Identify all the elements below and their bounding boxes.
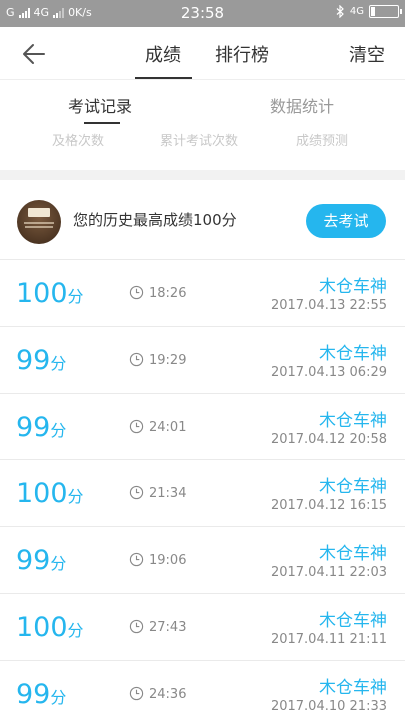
subtabs: 考试记录 数据统计 (0, 80, 405, 126)
record-date: 2017.04.13 06:29 (270, 364, 387, 380)
clock-icon (129, 352, 144, 366)
bluetooth-icon (336, 5, 344, 18)
record-duration: 19:06 (149, 553, 187, 569)
record-date: 2017.04.11 22:03 (270, 565, 387, 581)
record-date: 2017.04.12 20:58 (270, 431, 387, 447)
back-arrow-icon[interactable] (20, 40, 48, 68)
record-score: 99分 (16, 678, 67, 710)
tab-active-indicator (135, 77, 192, 79)
record-duration: 18:26 (149, 286, 187, 301)
right-network-label: 4G (349, 6, 364, 17)
record-name: 木仓车神 (319, 477, 387, 498)
record-row[interactable]: 99分 24:36 木仓车神 2017.04.10 21:33 (0, 660, 405, 720)
record-row[interactable]: 99分 19:06 木仓车神 2017.04.11 22:03 (0, 527, 405, 594)
record-name: 木仓车神 (319, 277, 387, 297)
records-list: 100分 18:26 木仓车神 2017.04.13 22:55 99分 19:… (0, 260, 405, 720)
record-score: 100分 (16, 278, 84, 309)
clear-button[interactable]: 清空 (349, 41, 385, 67)
battery-fill (371, 7, 375, 16)
clock-icon (129, 486, 144, 500)
record-date: 2017.04.13 22:55 (270, 298, 387, 313)
record-score: 99分 (16, 344, 67, 376)
subtab-active-indicator (84, 122, 120, 124)
record-duration: 21:34 (149, 486, 187, 502)
status-right: 4G (336, 5, 402, 18)
clock-icon (129, 619, 144, 634)
record-score: 100分 (16, 611, 84, 643)
record-duration: 24:36 (149, 686, 187, 702)
stat-labels: 及格次数 累计考试次数 成绩预测 (0, 126, 405, 170)
record-row[interactable]: 100分 27:43 木仓车神 2017.04.11 21:11 (0, 593, 405, 661)
clock-icon (129, 419, 144, 433)
record-date: 2017.04.12 16:15 (270, 498, 387, 514)
record-name: 木仓车神 (319, 677, 387, 698)
record-date: 2017.04.10 21:33 (270, 698, 387, 714)
record-date: 2017.04.11 21:11 (270, 631, 387, 647)
go-exam-button[interactable]: 去考试 (306, 204, 386, 238)
clock-icon (129, 553, 144, 567)
best-score-row: 您的历史最高成绩100分 去考试 (0, 180, 405, 260)
record-name: 木仓车神 (319, 610, 387, 631)
stat-label-prediction: 成绩预测 (296, 134, 349, 149)
record-row[interactable]: 99分 24:01 木仓车神 2017.04.12 20:58 (0, 393, 405, 461)
record-score: 99分 (16, 545, 67, 577)
stat-label-pass-count: 及格次数 (52, 134, 105, 149)
header: 成绩 排行榜 清空 (0, 27, 405, 80)
avatar-badge (28, 208, 50, 217)
stat-label-total-exams: 累计考试次数 (160, 134, 239, 149)
subtab-data-stats[interactable]: 数据统计 (270, 93, 334, 117)
clock-icon (129, 686, 144, 700)
record-duration: 24:01 (149, 419, 187, 435)
record-score: 100分 (16, 478, 84, 510)
battery-icon (369, 5, 402, 18)
record-row[interactable]: 100分 21:34 木仓车神 2017.04.12 16:15 (0, 460, 405, 528)
subtab-exam-records[interactable]: 考试记录 (68, 93, 132, 117)
clock-icon (129, 285, 144, 300)
record-name: 木仓车神 (319, 410, 387, 431)
record-score: 99分 (16, 411, 67, 443)
status-bar: G 4G 0K/s 23:58 4G (0, 0, 405, 27)
best-score-text: 您的历史最高成绩100分 (73, 211, 237, 229)
tab-ranking[interactable]: 排行榜 (215, 41, 269, 67)
record-duration: 19:29 (149, 352, 187, 368)
section-divider (0, 170, 405, 180)
record-row[interactable]: 99分 19:29 木仓车神 2017.04.13 06:29 (0, 326, 405, 394)
record-duration: 27:43 (149, 619, 187, 635)
record-name: 木仓车神 (319, 544, 387, 565)
avatar (17, 200, 61, 244)
tab-score[interactable]: 成绩 (145, 41, 181, 67)
record-row[interactable]: 100分 18:26 木仓车神 2017.04.13 22:55 (0, 260, 405, 327)
record-name: 木仓车神 (319, 343, 387, 364)
